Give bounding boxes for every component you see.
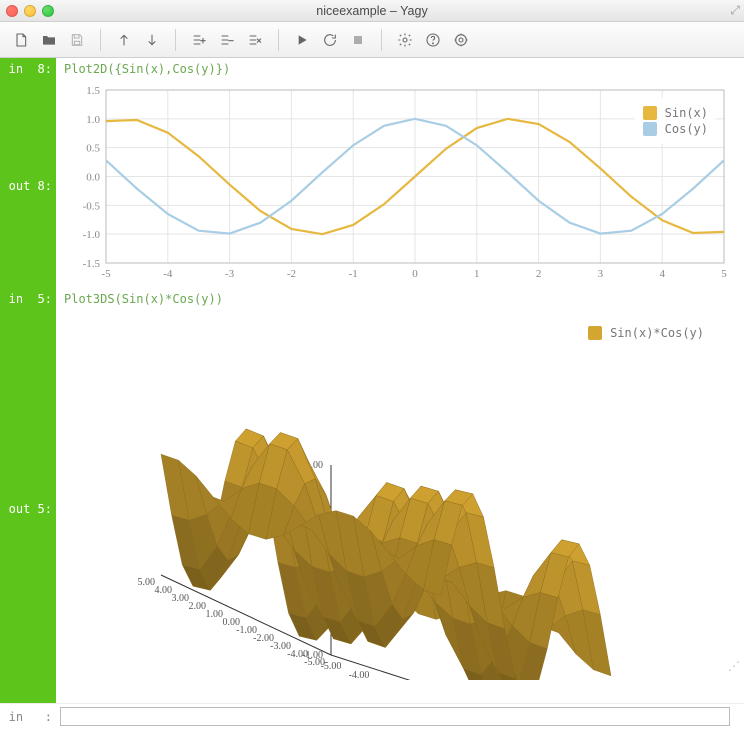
svg-text:0: 0 (412, 268, 418, 280)
cell: Plot2D({Sin(x),Cos(y)}) -5 -4 -3 -2 -1 0 1 2 3 4 5… (56, 58, 744, 288)
svg-text:-4: -4 (163, 268, 173, 280)
svg-text:0.00: 0.00 (223, 617, 241, 628)
svg-text:-2: -2 (287, 268, 296, 280)
svg-text:-1.00: -1.00 (302, 650, 323, 661)
expand-icon[interactable]: ⤢ (730, 3, 740, 18)
plot-2d[interactable]: -5 -4 -3 -2 -1 0 1 2 3 4 5 -1.5 -1.0 -0.5 0.0 0.5 1.0 1.5… (56, 80, 744, 288)
help-button[interactable] (422, 29, 444, 51)
content-column: Plot2D({Sin(x),Cos(y)}) -5 -4 -3 -2 -1 0 1 2 3 4 5… (56, 58, 744, 703)
legend-2d: Sin(x) Cos(y) (635, 98, 716, 144)
svg-text:1.0: 1.0 (86, 114, 100, 126)
target-button[interactable] (450, 29, 472, 51)
svg-text:-1.5: -1.5 (83, 258, 101, 270)
resize-grip-icon[interactable]: ⋰ (728, 659, 740, 673)
svg-text:5.00: 5.00 (138, 577, 156, 588)
svg-text:-1: -1 (349, 268, 358, 280)
reload-button[interactable] (319, 29, 341, 51)
svg-text:-3: -3 (225, 268, 235, 280)
svg-text:-1.0: -1.0 (83, 229, 101, 241)
cell: Plot3DS(Sin(x)*Cos(y)) -5.00-4.00-3.00-2… (56, 288, 744, 680)
input-prompt: in : (0, 704, 56, 729)
window-title: niceexample – Yagy (0, 4, 744, 18)
gutter-in-label: in 8: (0, 58, 56, 80)
svg-text:2: 2 (536, 268, 542, 280)
stop-button[interactable] (347, 29, 369, 51)
gutter: in 8: out 8: in 5: out 5: (0, 58, 56, 703)
close-icon[interactable] (6, 5, 18, 17)
svg-text:-4.00: -4.00 (349, 670, 370, 680)
svg-text:1.00: 1.00 (206, 609, 224, 620)
move-down-button[interactable] (141, 29, 163, 51)
list-clear-button[interactable] (244, 29, 266, 51)
svg-text:3: 3 (598, 268, 604, 280)
notebook-area: in 8: out 8: in 5: out 5: Plot2D({Sin(x)… (0, 58, 744, 703)
legend-3d: Sin(x)*Cos(y) (588, 326, 704, 340)
gutter-out-label: out 8: (0, 80, 56, 288)
svg-text:4: 4 (659, 268, 665, 280)
settings-button[interactable] (394, 29, 416, 51)
save-button[interactable] (66, 29, 88, 51)
svg-text:1: 1 (474, 268, 480, 280)
legend-label: Sin(x) (665, 106, 708, 120)
svg-text:0.5: 0.5 (86, 143, 100, 155)
svg-text:3.00: 3.00 (172, 593, 190, 604)
svg-text:4.00: 4.00 (155, 585, 173, 596)
list-remove-button[interactable] (216, 29, 238, 51)
legend-label: Sin(x)*Cos(y) (610, 326, 704, 340)
command-input[interactable] (60, 707, 730, 726)
svg-text:2.00: 2.00 (189, 601, 207, 612)
svg-text:0.0: 0.0 (86, 172, 100, 184)
legend-swatch-icon (643, 106, 657, 120)
toolbar-separator (100, 29, 101, 51)
svg-text:5: 5 (721, 268, 727, 280)
minimize-icon[interactable] (24, 5, 36, 17)
legend-swatch-icon (588, 326, 602, 340)
svg-text:-5: -5 (101, 268, 111, 280)
command-text: Plot2D({Sin(x),Cos(y)}) (56, 58, 744, 80)
gutter-out-label: out 5: (0, 310, 56, 703)
toolbar-separator (381, 29, 382, 51)
legend-swatch-icon (643, 122, 657, 136)
run-button[interactable] (291, 29, 313, 51)
svg-text:1.5: 1.5 (86, 85, 100, 97)
toolbar (0, 22, 744, 58)
titlebar: niceexample – Yagy ⤢ (0, 0, 744, 22)
list-add-button[interactable] (188, 29, 210, 51)
gutter-in-label: in 5: (0, 288, 56, 310)
input-row: in : (0, 703, 744, 729)
legend-item: Sin(x) (643, 106, 708, 120)
window-controls (6, 5, 54, 17)
svg-text:-3.00: -3.00 (377, 679, 398, 680)
legend-item: Cos(y) (643, 122, 708, 136)
svg-text:-0.5: -0.5 (83, 200, 101, 212)
command-text: Plot3DS(Sin(x)*Cos(y)) (56, 288, 744, 310)
plot-3d[interactable]: -5.00-4.00-3.00-2.00-1.000.001.002.003.0… (56, 310, 744, 680)
toolbar-separator (278, 29, 279, 51)
toolbar-separator (175, 29, 176, 51)
legend-label: Cos(y) (665, 122, 708, 136)
open-folder-button[interactable] (38, 29, 60, 51)
maximize-icon[interactable] (42, 5, 54, 17)
move-up-button[interactable] (113, 29, 135, 51)
new-file-button[interactable] (10, 29, 32, 51)
